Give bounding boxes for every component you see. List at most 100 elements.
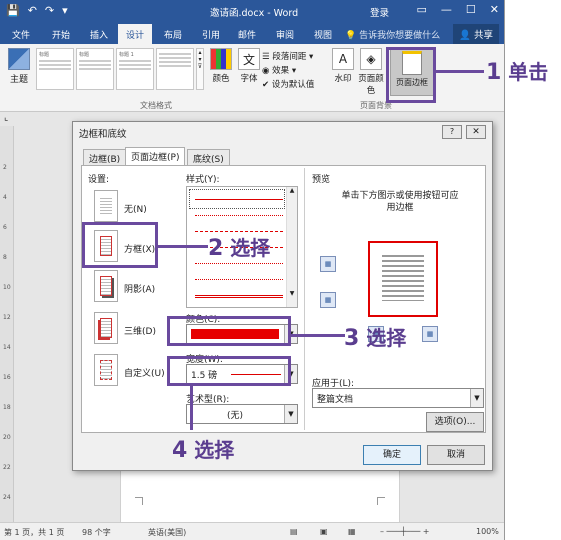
tab-file[interactable]: 文件 — [8, 26, 34, 43]
fonts-button[interactable]: 文 字体 — [234, 48, 264, 84]
effects-button[interactable]: ◉ 效果 ▾ — [262, 64, 314, 78]
tab-borders[interactable]: 边框(B) — [83, 149, 127, 165]
zoom-level[interactable]: 100% — [476, 527, 499, 536]
tab-layout[interactable]: 布局 — [160, 26, 186, 43]
tab-page-borders[interactable]: 页面边框(P) — [125, 147, 186, 166]
style-option-solid[interactable] — [195, 199, 283, 200]
annotation-text-1: 单击 — [508, 60, 549, 84]
paragraph-spacing-button[interactable]: ☰ 段落间距 ▾ — [262, 50, 314, 64]
gallery-more-button[interactable]: ▴ ▾ ⊽ — [196, 48, 204, 90]
annotation-line-3 — [291, 334, 345, 337]
document-title: 邀请函.docx - Word — [210, 8, 299, 19]
tab-selector-icon[interactable]: ⌞ — [4, 113, 8, 123]
tab-home[interactable]: 开始 — [48, 26, 74, 43]
colors-button[interactable]: 颜色 — [206, 48, 236, 84]
preview-page[interactable] — [368, 241, 438, 317]
minimize-icon[interactable]: — — [441, 3, 452, 16]
customize-qat-icon[interactable]: ▾ — [62, 4, 68, 17]
word-count[interactable]: 98 个字 — [82, 527, 111, 538]
zoom-slider[interactable]: – ───┼─── + — [380, 527, 430, 536]
redo-icon[interactable]: ↷ — [45, 4, 54, 17]
undo-icon[interactable]: ↶ — [28, 4, 37, 17]
setting-custom-label[interactable]: 自定义(U) — [124, 366, 165, 379]
ribbon-tabs: 文件 开始 插入 设计 布局 引用 邮件 审阅 视图 💡 告诉我你想要做什么 👤… — [0, 22, 504, 45]
right-border-toggle-icon[interactable]: ▦ — [422, 326, 438, 342]
document-page[interactable] — [120, 470, 400, 530]
themes-button[interactable]: 主题 — [6, 48, 32, 85]
read-mode-icon[interactable]: ▤ — [290, 527, 298, 536]
tab-references[interactable]: 引用 — [198, 26, 224, 43]
annotation-text-2: 选择 — [230, 236, 271, 260]
setting-none-icon[interactable] — [94, 190, 118, 222]
style-option-dash-dot[interactable] — [195, 263, 283, 264]
bottom-border-toggle-icon[interactable]: ▦ — [320, 292, 336, 308]
share-label: 共享 — [473, 30, 493, 41]
maximize-icon[interactable]: ☐ — [466, 3, 476, 16]
style-list-scrollbar[interactable]: ▲ ▼ — [286, 187, 297, 307]
art-dropdown[interactable]: (无) ▼ — [186, 404, 298, 424]
ruler-tick: 8 — [3, 254, 7, 261]
web-layout-icon[interactable]: ▦ — [348, 527, 356, 536]
setting-shadow-label[interactable]: 阴影(A) — [124, 282, 155, 295]
set-default-button[interactable]: ✔ 设为默认值 — [262, 78, 314, 92]
setting-none-label[interactable]: 无(N) — [124, 202, 147, 215]
options-button[interactable]: 选项(O)... — [426, 412, 484, 432]
close-icon[interactable]: ✕ — [490, 3, 499, 16]
help-button[interactable]: ? — [442, 125, 462, 139]
style-option-dash-dot-dot[interactable] — [195, 279, 283, 280]
login-link[interactable]: 登录 — [370, 5, 389, 19]
ribbon-display-icon[interactable]: ▭ — [417, 3, 427, 16]
tab-insert[interactable]: 插入 — [86, 26, 112, 43]
annotation-line-2 — [158, 245, 208, 248]
watermark-button[interactable]: A 水印 — [328, 48, 358, 84]
tab-mailings[interactable]: 邮件 — [234, 26, 260, 43]
watermark-label: 水印 — [334, 74, 352, 84]
style-option-double[interactable] — [195, 295, 283, 298]
annotation-num-2: 2 — [208, 236, 224, 261]
print-layout-icon[interactable]: ▣ — [320, 527, 328, 536]
style-set-thumb[interactable]: 标题 — [36, 48, 74, 90]
tab-design[interactable]: 设计 — [118, 24, 153, 45]
document-formatting-group-label: 文档格式 — [140, 101, 172, 110]
style-option-dotted[interactable] — [195, 215, 283, 216]
language[interactable]: 英语(美国) — [148, 527, 186, 538]
ruler-tick: 22 — [3, 464, 11, 471]
style-set-thumb[interactable]: 标题 1 — [116, 48, 154, 90]
tab-shading[interactable]: 底纹(S) — [187, 149, 230, 165]
borders-shading-dialog: 边框和底纹 ? ✕ 边框(B) 页面边框(P) 底纹(S) 设置: 无(N) 方… — [72, 121, 493, 471]
chevron-down-icon[interactable]: ▼ — [470, 389, 483, 407]
tab-review[interactable]: 审阅 — [272, 26, 298, 43]
page-color-button[interactable]: ◈ 页面颜色 — [356, 48, 386, 96]
page-borders-highlight — [386, 47, 436, 103]
annotation-text-3: 选择 — [366, 326, 407, 350]
annotation-box-setting — [82, 222, 158, 268]
ruler-tick: 20 — [3, 434, 11, 441]
apply-to-dropdown[interactable]: 整篇文档 ▼ — [312, 388, 484, 408]
ruler-tick: 18 — [3, 404, 11, 411]
cancel-button[interactable]: 取消 — [427, 445, 485, 465]
apply-to-value: 整篇文档 — [317, 395, 354, 405]
tell-me-text: 告诉我你想要做什么 — [359, 31, 441, 41]
annotation-num-1: 1 — [486, 60, 502, 85]
watermark-icon: A — [332, 48, 354, 70]
panel-divider — [304, 168, 305, 430]
paragraph-spacing-label: 段落间距 — [272, 52, 307, 62]
ok-button[interactable]: 确定 — [363, 445, 421, 465]
preview-hint: 单击下方图示或使用按钮可应用边框 — [341, 191, 459, 213]
tab-view[interactable]: 视图 — [310, 26, 336, 43]
setting-shadow-icon[interactable] — [94, 270, 118, 302]
setting-3d-icon[interactable] — [94, 312, 118, 344]
ruler-tick: 24 — [3, 494, 11, 501]
top-border-toggle-icon[interactable]: ▦ — [320, 256, 336, 272]
style-set-thumb[interactable] — [156, 48, 194, 90]
save-icon[interactable]: 💾 — [6, 4, 20, 17]
dialog-close-button[interactable]: ✕ — [466, 125, 486, 139]
share-button[interactable]: 👤 共享 — [453, 24, 499, 44]
page-count[interactable]: 第 1 页，共 1 页 — [4, 527, 64, 538]
tell-me-search[interactable]: 💡 告诉我你想要做什么 — [345, 28, 440, 41]
style-thumb-title: 标题 1 — [119, 52, 134, 58]
setting-3d-label[interactable]: 三维(D) — [124, 324, 156, 337]
setting-custom-icon[interactable] — [94, 354, 118, 386]
style-set-thumb[interactable]: 标题 — [76, 48, 114, 90]
chevron-down-icon[interactable]: ▼ — [284, 405, 297, 423]
